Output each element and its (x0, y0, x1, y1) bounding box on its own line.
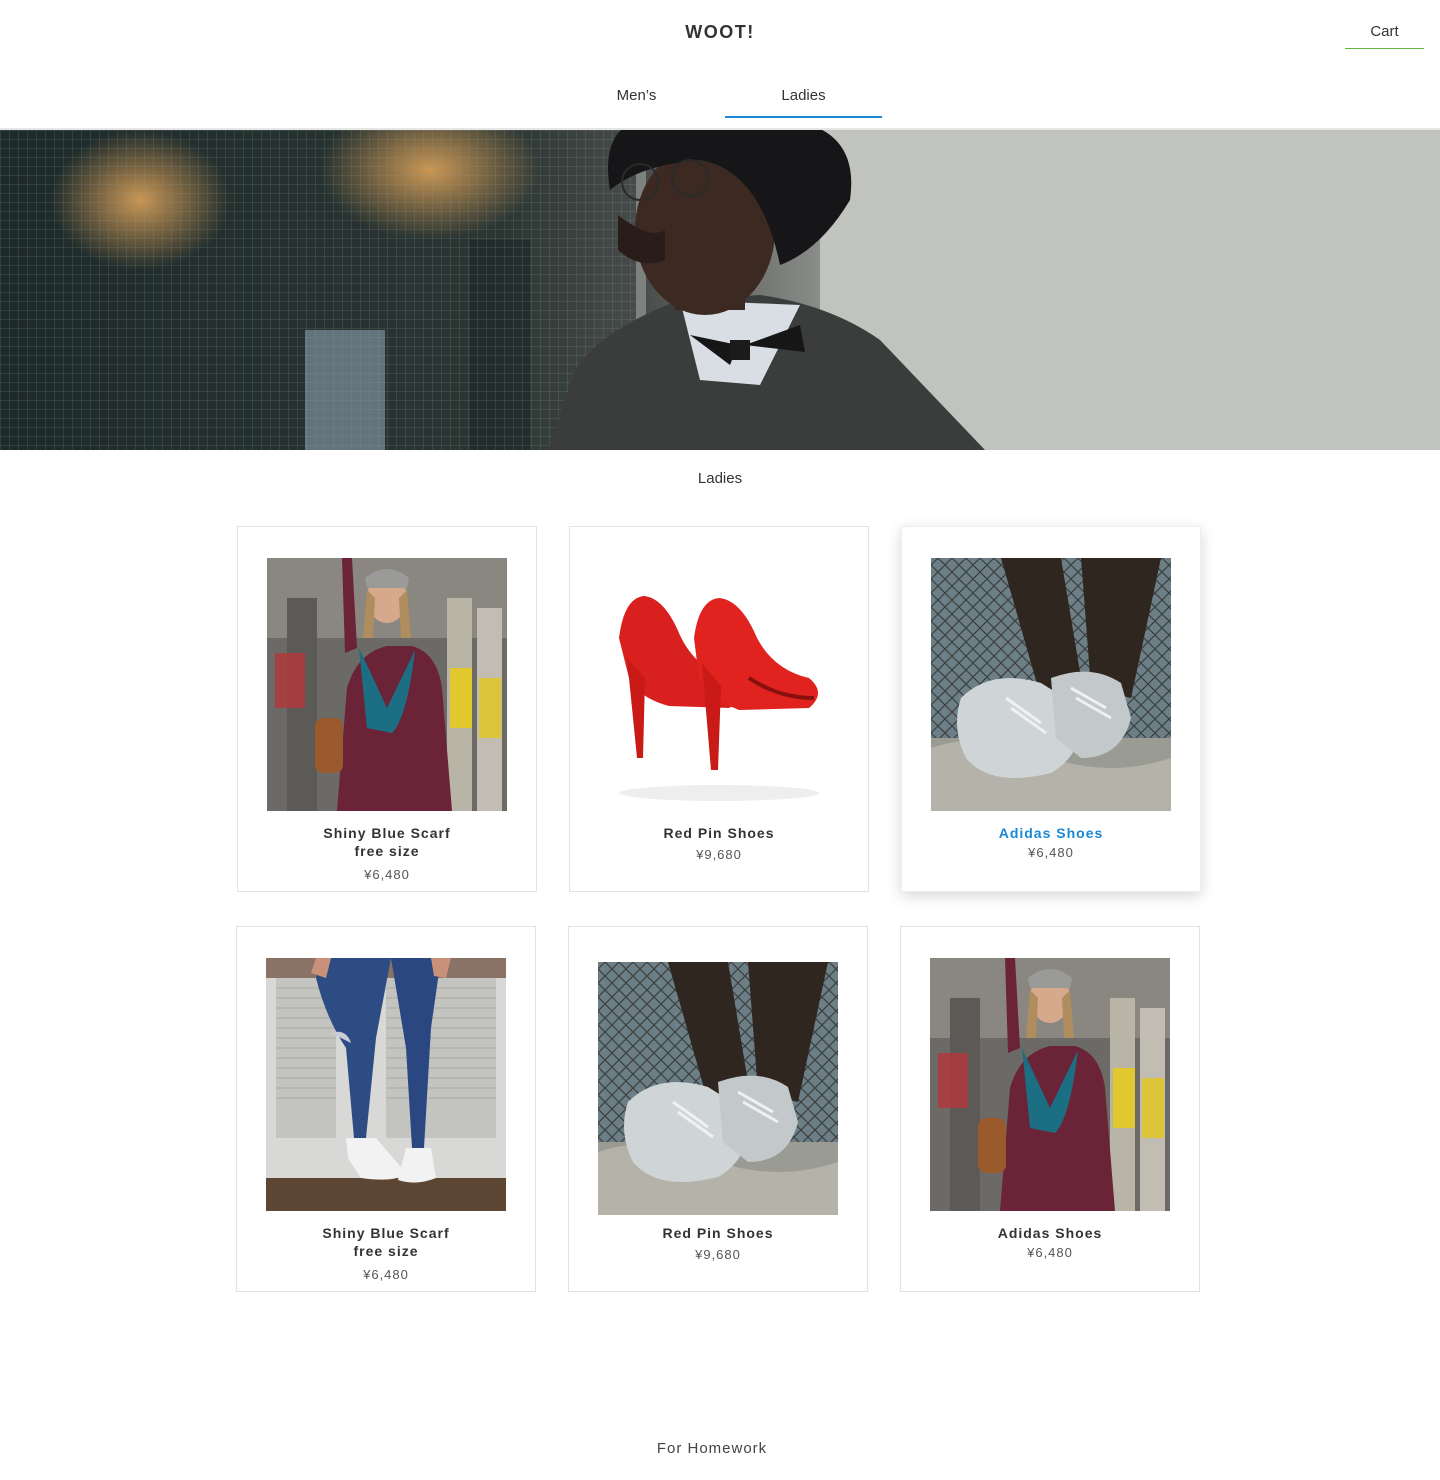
product-size: free size (353, 1243, 419, 1259)
product-card[interactable]: Red Pin Shoes ¥9,680 (568, 926, 868, 1292)
hero-banner-image (0, 130, 1440, 450)
product-price: ¥9,680 (696, 847, 742, 862)
product-card[interactable]: Adidas Shoes ¥6,480 (900, 926, 1200, 1292)
product-name[interactable]: Adidas Shoes (902, 824, 1200, 842)
tab-ladies[interactable]: Ladies (725, 64, 882, 118)
product-image (930, 958, 1170, 1211)
product-name[interactable]: Red Pin Shoes (569, 1224, 867, 1242)
product-price: ¥6,480 (364, 867, 410, 882)
product-image (267, 558, 507, 811)
product-card[interactable]: Shiny Blue Scarf free size ¥6,480 (236, 926, 536, 1292)
cart-link[interactable]: Cart (1345, 20, 1424, 49)
product-image (599, 558, 839, 811)
product-card[interactable]: Red Pin Shoes ¥9,680 (569, 526, 869, 892)
section-title: Ladies (697, 470, 743, 487)
product-image (266, 958, 506, 1211)
tab-mens[interactable]: Men’s (558, 64, 715, 118)
product-price: ¥6,480 (363, 1267, 409, 1282)
product-name[interactable]: Shiny Blue Scarf (237, 1224, 535, 1242)
product-image (598, 962, 838, 1215)
product-size: free size (354, 843, 420, 859)
site-header: WOOT! Cart (0, 0, 1440, 64)
product-price: ¥6,480 (1027, 1245, 1073, 1260)
product-image (931, 558, 1171, 811)
product-price: ¥6,480 (1028, 845, 1074, 860)
product-card[interactable]: Shiny Blue Scarf free size ¥6,480 (237, 526, 537, 892)
product-name[interactable]: Adidas Shoes (901, 1224, 1199, 1242)
product-name[interactable]: Shiny Blue Scarf (238, 824, 536, 842)
product-price: ¥9,680 (695, 1247, 741, 1262)
site-logo[interactable]: WOOT! (0, 22, 1440, 43)
footer-text: For Homework (656, 1440, 768, 1457)
category-nav: Men’s Ladies (0, 64, 1440, 130)
product-name[interactable]: Red Pin Shoes (570, 824, 868, 842)
product-card[interactable]: Adidas Shoes ¥6,480 (901, 526, 1201, 892)
